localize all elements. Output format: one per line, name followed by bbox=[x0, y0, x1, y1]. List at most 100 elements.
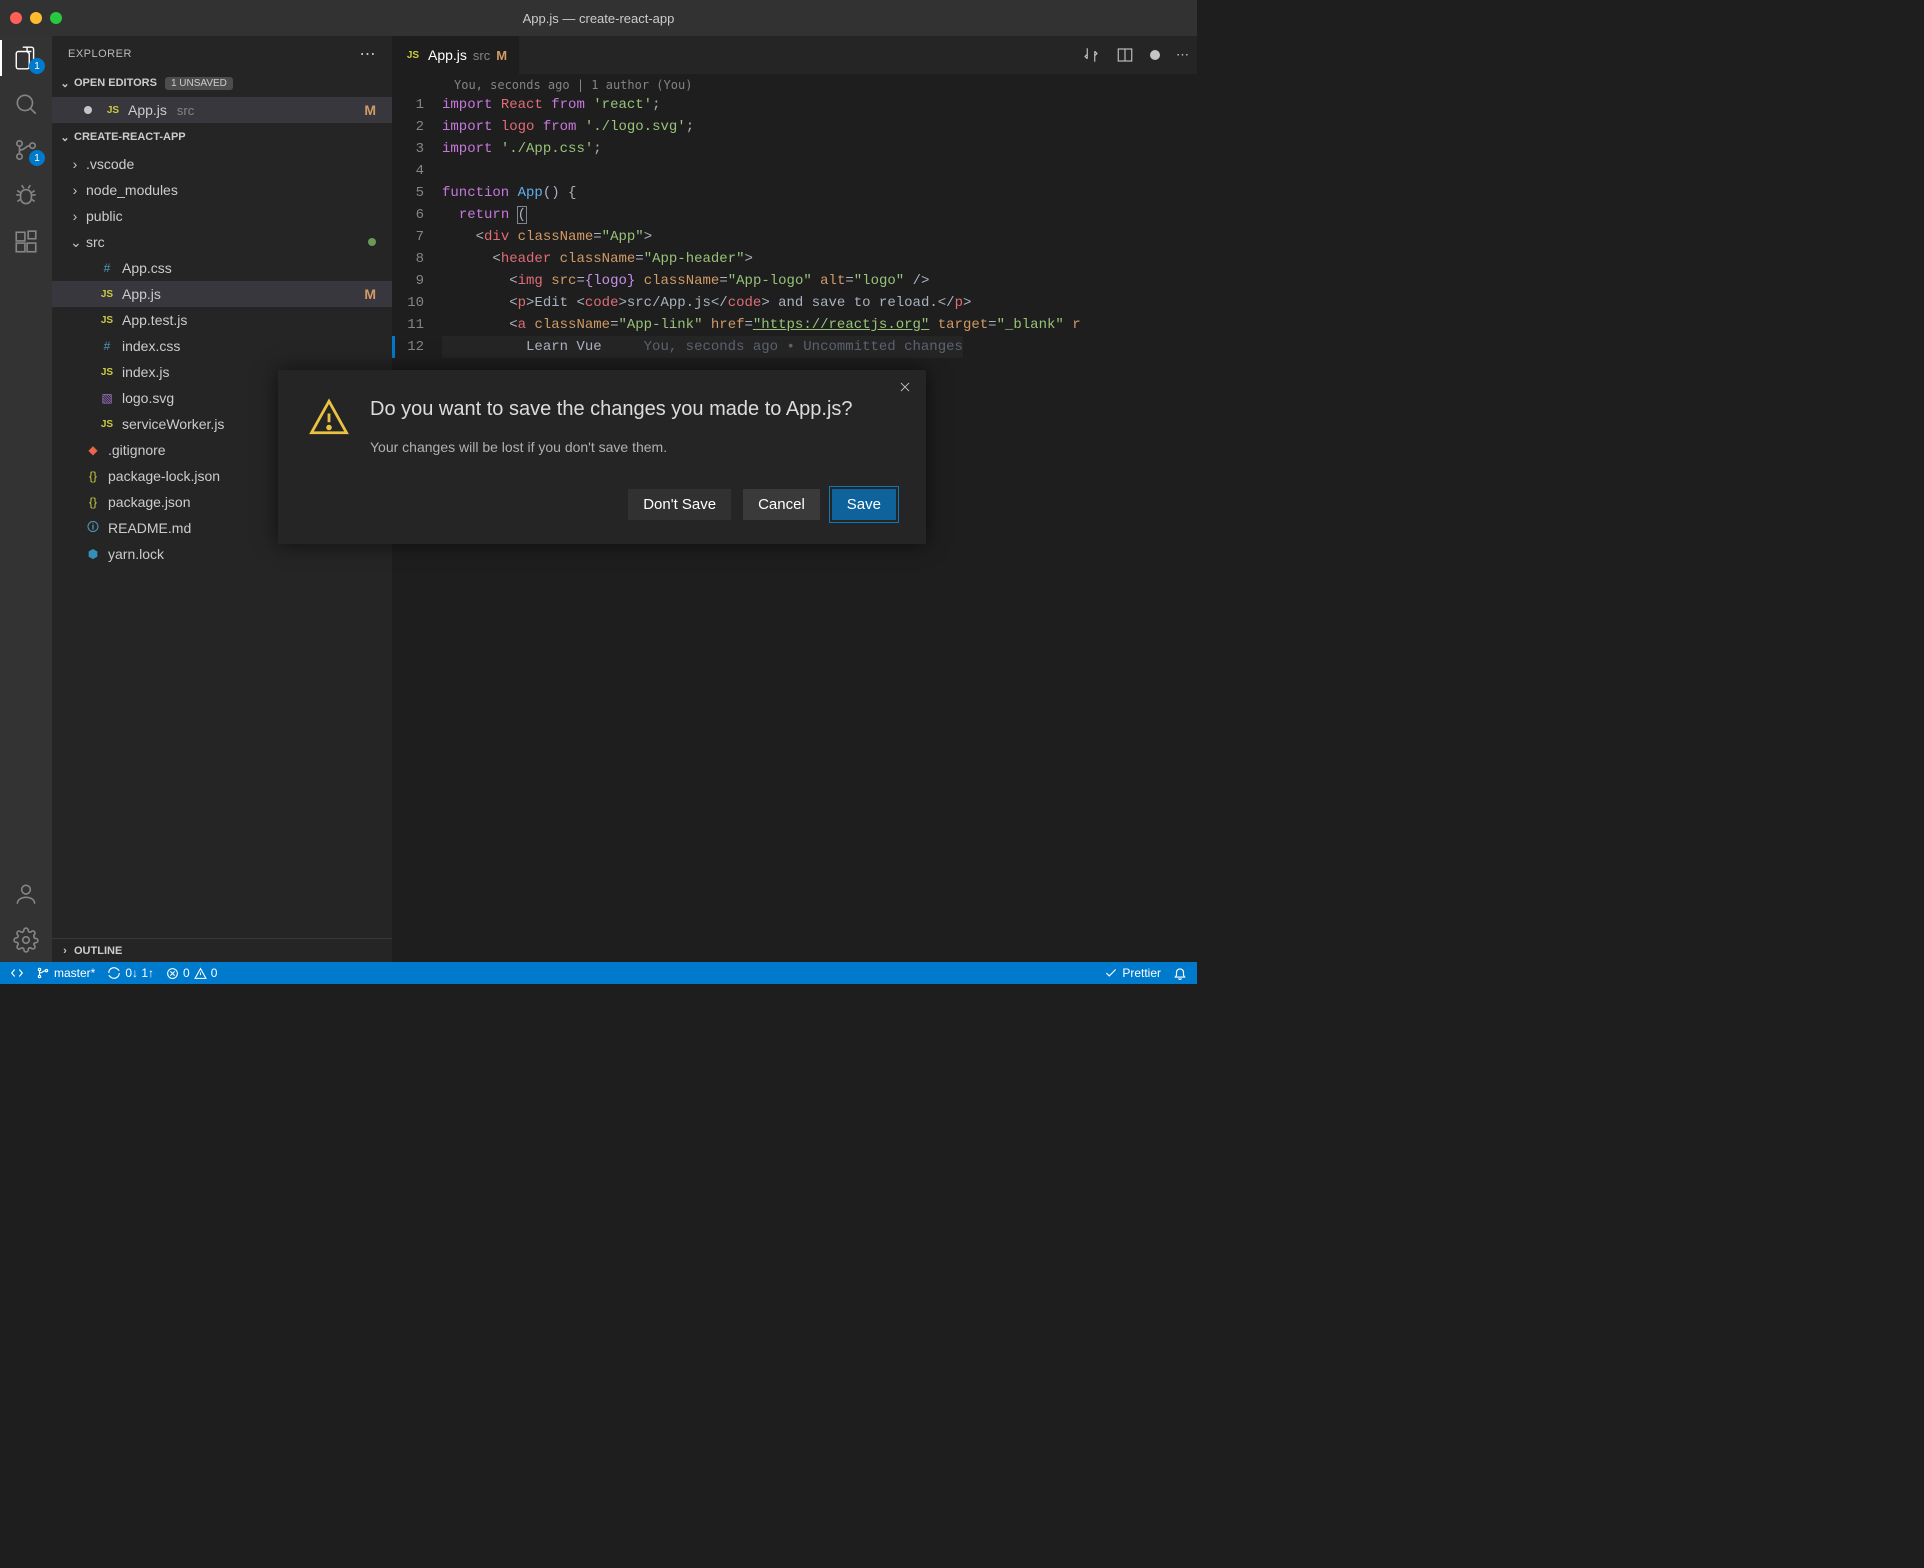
close-window-button[interactable] bbox=[10, 12, 22, 24]
code-editor[interactable]: 1import React from 'react'; 2import logo… bbox=[392, 94, 1197, 358]
editor-tab[interactable]: JS App.js src M bbox=[392, 36, 520, 74]
css-file-icon: # bbox=[98, 261, 116, 275]
open-editors-label: OPEN EDITORS bbox=[74, 77, 157, 89]
compare-changes-icon[interactable] bbox=[1082, 46, 1100, 64]
chevron-down-icon: ⌄ bbox=[58, 77, 72, 90]
warning-icon bbox=[308, 396, 350, 455]
chevron-right-icon: › bbox=[70, 208, 80, 224]
chevron-right-icon: › bbox=[70, 182, 80, 198]
debug-icon[interactable] bbox=[12, 182, 40, 210]
open-editor-file-name: App.js bbox=[128, 102, 167, 118]
tree-item-label: App.js bbox=[122, 286, 161, 302]
tree-item-label: yarn.lock bbox=[108, 546, 164, 562]
maximize-window-button[interactable] bbox=[50, 12, 62, 24]
tree-item-label: src bbox=[86, 234, 105, 250]
md-file-icon: 🛈 bbox=[84, 518, 102, 539]
sidebar-header: EXPLORER ⋯ bbox=[52, 36, 392, 71]
tab-file-path: src bbox=[473, 48, 490, 63]
scm-badge: 1 bbox=[29, 150, 45, 166]
cancel-button[interactable]: Cancel bbox=[743, 489, 820, 520]
tree-item-label: package-lock.json bbox=[108, 468, 220, 484]
extensions-icon[interactable] bbox=[12, 228, 40, 256]
dialog-subtitle: Your changes will be lost if you don't s… bbox=[370, 439, 853, 455]
titlebar: App.js — create-react-app bbox=[0, 0, 1197, 36]
file-item[interactable]: JSApp.test.js bbox=[52, 307, 392, 333]
chevron-down-icon: ⌄ bbox=[70, 234, 80, 251]
tree-item-label: .gitignore bbox=[108, 442, 166, 458]
js-file-icon: JS bbox=[98, 367, 116, 378]
problems[interactable]: 0 0 bbox=[166, 966, 217, 980]
save-button[interactable]: Save bbox=[832, 489, 896, 520]
js-file-icon: JS bbox=[404, 50, 422, 61]
line-number: 4 bbox=[392, 160, 442, 182]
untracked-indicator bbox=[368, 238, 376, 246]
git-branch[interactable]: master* bbox=[36, 966, 95, 980]
explorer-badge: 1 bbox=[29, 58, 45, 74]
tree-item-label: App.css bbox=[122, 260, 172, 276]
line-number: 9 bbox=[392, 270, 442, 292]
js-file-icon: JS bbox=[98, 315, 116, 326]
js-file-icon: JS bbox=[98, 419, 116, 430]
modified-marker: M bbox=[364, 102, 376, 118]
file-item[interactable]: # index.css bbox=[52, 333, 392, 359]
js-file-icon: JS bbox=[104, 105, 122, 116]
prettier-status[interactable]: Prettier bbox=[1104, 966, 1161, 980]
line-number: 6 bbox=[392, 204, 442, 226]
js-file-icon: JS bbox=[98, 289, 116, 300]
tab-modified-marker: M bbox=[496, 48, 507, 63]
tab-file-name: App.js bbox=[428, 47, 467, 63]
chevron-right-icon: › bbox=[58, 945, 72, 957]
close-icon[interactable] bbox=[898, 380, 912, 394]
line-number: 5 bbox=[392, 182, 442, 204]
json-file-icon: {} bbox=[84, 469, 102, 483]
tree-item-label: package.json bbox=[108, 494, 191, 510]
tree-item-label: README.md bbox=[108, 520, 191, 536]
tree-item-label: index.js bbox=[122, 364, 169, 380]
remote-indicator[interactable] bbox=[10, 966, 24, 980]
dont-save-button[interactable]: Don't Save bbox=[628, 489, 731, 520]
folder-item[interactable]: › .vscode bbox=[52, 151, 392, 177]
line-number: 2 bbox=[392, 116, 442, 138]
settings-icon[interactable] bbox=[12, 926, 40, 954]
line-number: 12 bbox=[392, 336, 442, 358]
editor-more-icon[interactable]: ⋯ bbox=[1176, 47, 1189, 63]
folder-item[interactable]: › public bbox=[52, 203, 392, 229]
editor-tabs: JS App.js src M ⋯ bbox=[392, 36, 1197, 74]
folder-item[interactable]: ⌄ src bbox=[52, 229, 392, 255]
json-file-icon: {} bbox=[84, 495, 102, 509]
file-item[interactable]: # App.css bbox=[52, 255, 392, 281]
notifications-icon[interactable] bbox=[1173, 966, 1187, 980]
chevron-right-icon: › bbox=[70, 156, 80, 172]
project-header[interactable]: ⌄ CREATE-REACT-APP bbox=[52, 125, 392, 149]
folder-item[interactable]: › node_modules bbox=[52, 177, 392, 203]
open-editors-header[interactable]: ⌄ OPEN EDITORS 1 UNSAVED bbox=[52, 71, 392, 95]
accounts-icon[interactable] bbox=[12, 880, 40, 908]
yarn-file-icon: ⬢ bbox=[84, 547, 102, 561]
explorer-icon[interactable]: 1 bbox=[12, 44, 40, 72]
tree-item-label: index.css bbox=[122, 338, 180, 354]
window-title: App.js — create-react-app bbox=[523, 11, 675, 26]
git-file-icon: ◆ bbox=[84, 443, 102, 457]
split-editor-icon[interactable] bbox=[1116, 46, 1134, 64]
statusbar: master* 0↓ 1↑ 0 0 Prettier bbox=[0, 962, 1197, 984]
open-editor-item[interactable]: JS App.js src M bbox=[52, 97, 392, 123]
git-sync[interactable]: 0↓ 1↑ bbox=[107, 966, 154, 980]
outline-header[interactable]: › OUTLINE bbox=[52, 938, 392, 962]
search-icon[interactable] bbox=[12, 90, 40, 118]
tree-item-label: node_modules bbox=[86, 182, 178, 198]
dirty-dot-icon bbox=[1150, 50, 1160, 60]
outline-label: OUTLINE bbox=[74, 945, 122, 957]
minimize-window-button[interactable] bbox=[30, 12, 42, 24]
activity-bar: 1 1 bbox=[0, 36, 52, 962]
file-item[interactable]: ⬢ yarn.lock bbox=[52, 541, 392, 567]
line-number: 10 bbox=[392, 292, 442, 314]
source-control-icon[interactable]: 1 bbox=[12, 136, 40, 164]
file-item[interactable]: JSApp.jsM bbox=[52, 281, 392, 307]
line-number: 3 bbox=[392, 138, 442, 160]
project-label: CREATE-REACT-APP bbox=[74, 131, 186, 143]
tree-item-label: .vscode bbox=[86, 156, 134, 172]
sidebar-more-icon[interactable]: ⋯ bbox=[360, 44, 377, 64]
tree-item-label: public bbox=[86, 208, 123, 224]
css-file-icon: # bbox=[98, 339, 116, 353]
codelens[interactable]: You, seconds ago | 1 author (You) bbox=[392, 74, 1197, 94]
